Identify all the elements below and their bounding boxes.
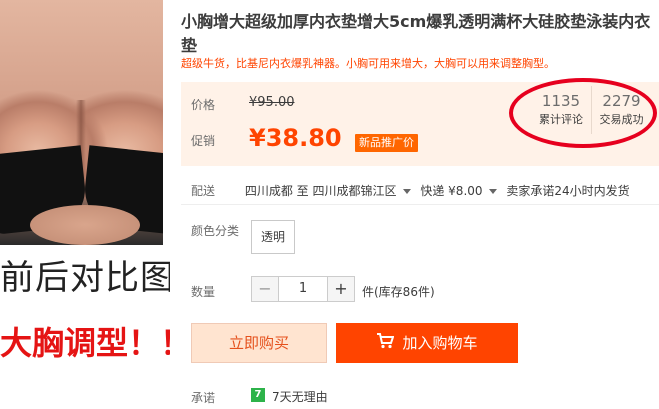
shipping-label: 配送 — [191, 184, 216, 198]
seven-day-return-icon: 7 — [251, 388, 265, 402]
promo-badge: 新品推广价 — [355, 134, 418, 152]
shipping-promise: 卖家承诺24小时内发货 — [506, 184, 630, 198]
shipping-method: 快递 ¥8.00 — [420, 184, 483, 198]
quantity-increase-button[interactable]: + — [327, 276, 355, 302]
shipping-destination: 四川成都锦江区 — [312, 184, 397, 198]
shipping-to-word: 至 — [296, 184, 309, 198]
sales-count: 2279 — [602, 92, 641, 110]
shipping-destination-select[interactable]: 四川成都锦江区 — [313, 182, 417, 199]
promo-price-label: 促销 — [191, 134, 216, 148]
promise-label: 承诺 — [191, 391, 216, 405]
reviews-label: 累计评论 — [539, 113, 583, 126]
sales-stat[interactable]: 2279 交易成功 — [591, 86, 651, 134]
add-to-cart-label: 加入购物车 — [402, 334, 478, 352]
reviews-count: 1135 — [541, 92, 581, 110]
quantity-stepper: − 1 + — [251, 276, 355, 302]
promise-text[interactable]: 7天无理由 — [272, 388, 328, 405]
shipping-row: 配送 四川成都 至 四川成都锦江区 快递 ¥8.00 卖家承诺24小时内发货 — [181, 182, 659, 199]
price-panel: 价格 ¥95.00 促销 ¥38.80 新品推广价 1135 累计评论 2279… — [181, 82, 659, 166]
color-option-transparent[interactable]: 透明 — [251, 220, 295, 254]
add-to-cart-button[interactable]: 加入购物车 — [336, 323, 518, 363]
cart-icon — [376, 325, 395, 363]
product-subtitle: 超级牛货，比基尼内衣爆乳神器。小胸可用来增大，大胸可以用来调整胸型。 — [181, 57, 555, 70]
image-caption-shaping: 大胸调型！！ — [0, 324, 170, 362]
quantity-input[interactable]: 1 — [279, 276, 327, 302]
buy-now-button[interactable]: 立即购买 — [191, 323, 327, 363]
image-caption-comparison: 前后对比图 — [0, 258, 170, 298]
reviews-stat[interactable]: 1135 累计评论 — [531, 86, 591, 134]
chevron-down-icon — [402, 188, 411, 194]
original-price-label: 价格 — [191, 98, 216, 112]
original-price: ¥95.00 — [249, 95, 295, 110]
quantity-decrease-button[interactable]: − — [251, 276, 279, 302]
sales-label: 交易成功 — [599, 113, 644, 126]
product-image[interactable] — [0, 0, 163, 245]
divider — [181, 204, 659, 205]
quantity-label: 数量 — [191, 285, 216, 299]
shipping-from: 四川成都 — [244, 184, 293, 198]
chevron-down-icon — [488, 188, 497, 194]
shipping-method-select[interactable]: 快递 ¥8.00 — [420, 182, 502, 199]
image-skin — [30, 205, 140, 245]
stats-panel: 1135 累计评论 2279 交易成功 — [531, 86, 651, 134]
stock-info: 件(库存86件) — [362, 285, 435, 299]
product-title: 小胸增大超级加厚内衣垫增大5cm爆乳透明满杯大硅胶垫泳装内衣垫 — [181, 12, 651, 55]
color-label: 颜色分类 — [191, 224, 240, 238]
promo-price: ¥38.80 — [249, 124, 342, 152]
